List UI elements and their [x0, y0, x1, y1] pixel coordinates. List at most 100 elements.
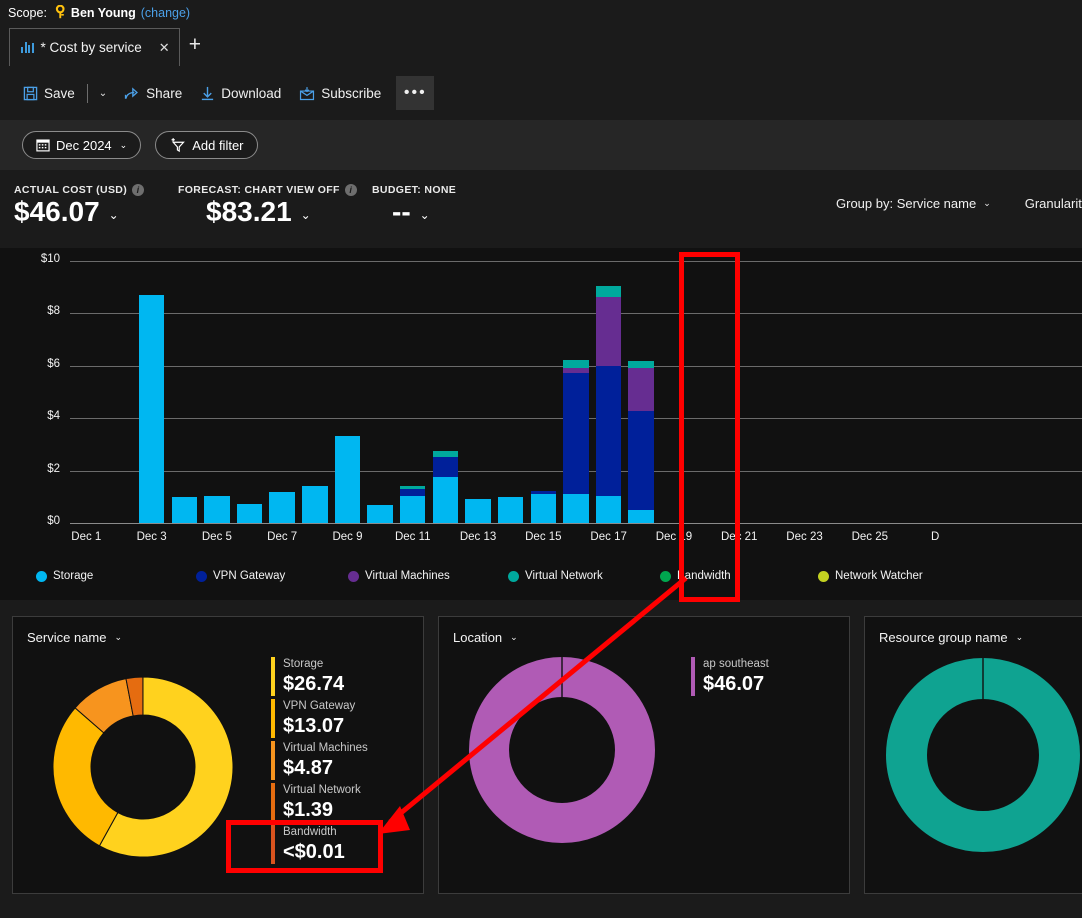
donut-legend-item[interactable]: Virtual Machines $4.87	[271, 741, 368, 780]
bar-column[interactable]	[1049, 261, 1082, 523]
add-filter-button[interactable]: Add filter	[155, 131, 258, 159]
stacked-bar[interactable]	[269, 492, 295, 523]
donut-slice[interactable]	[886, 658, 1080, 852]
bar-column[interactable]	[103, 261, 136, 523]
donut-legend-item[interactable]: Virtual Network $1.39	[271, 783, 368, 822]
donut-legend-item[interactable]: ap southeast $46.07	[691, 657, 769, 696]
bar-column[interactable]	[331, 261, 364, 523]
bar-column[interactable]	[364, 261, 397, 523]
stacked-bar[interactable]	[334, 436, 361, 523]
kpi-forecast-value-row[interactable]: $83.21 ⌄	[178, 196, 357, 228]
kpi-actual-cost-value-row[interactable]: $46.07 ⌄	[14, 196, 144, 228]
kpi-actual-cost: ACTUAL COST (USD) i $46.07 ⌄	[14, 184, 145, 228]
stacked-bar[interactable]	[530, 490, 556, 523]
x-tick-label: Dec 17	[590, 531, 627, 543]
bar-column[interactable]	[494, 261, 527, 523]
bar-column[interactable]	[625, 261, 658, 523]
card-resource-group-title[interactable]: Resource group name ⌄	[879, 630, 1023, 645]
bar-column[interactable]	[560, 261, 593, 523]
card-service-name-title[interactable]: Service name ⌄	[27, 630, 122, 645]
bar-column[interactable]	[298, 261, 331, 523]
bar-column[interactable]	[951, 261, 984, 523]
bar-column[interactable]	[462, 261, 495, 523]
card-location-title[interactable]: Location ⌄	[453, 630, 518, 645]
save-dropdown-caret-icon[interactable]: ⌄	[91, 76, 115, 110]
donut-location[interactable]	[467, 655, 657, 850]
stacked-bar[interactable]	[399, 486, 426, 523]
kpi-actual-cost-title: ACTUAL COST (USD) i	[14, 184, 145, 196]
bar-column[interactable]	[135, 261, 168, 523]
donut-legend-item[interactable]: VPN Gateway $13.07	[271, 699, 368, 738]
subscribe-label: Subscribe	[321, 85, 382, 101]
granularity-selector[interactable]: Granularity: Da	[1025, 196, 1082, 211]
bar-column[interactable]	[788, 261, 821, 523]
bar-column[interactable]	[984, 261, 1017, 523]
x-tick-label: Dec 9	[332, 531, 363, 543]
bar-column[interactable]	[755, 261, 788, 523]
bar-column[interactable]	[821, 261, 854, 523]
info-icon[interactable]: i	[344, 184, 357, 196]
chart-controls: Group by: Service name ⌄ Granularity: Da	[836, 196, 1082, 211]
date-range-picker[interactable]: Dec 2024 ⌄	[22, 131, 142, 159]
add-tab-button[interactable]: +	[189, 33, 201, 57]
stacked-bar[interactable]	[497, 497, 524, 523]
legend-item[interactable]: VPN Gateway	[196, 570, 285, 582]
donut-legend-item[interactable]: Storage $26.74	[271, 657, 368, 696]
stacked-bar[interactable]	[171, 497, 197, 523]
bar-column[interactable]	[658, 261, 691, 523]
bar-column[interactable]	[201, 261, 234, 523]
bar-column[interactable]	[70, 261, 103, 523]
download-button[interactable]: Download	[191, 76, 290, 110]
stacked-bar[interactable]	[465, 498, 491, 523]
stacked-bar[interactable]	[302, 485, 328, 523]
legend-item[interactable]: Virtual Network	[508, 570, 603, 582]
legend-item[interactable]: Virtual Machines	[348, 570, 450, 582]
bar-column[interactable]	[919, 261, 952, 523]
bar-segment	[595, 297, 622, 367]
cost-bar-chart[interactable]: $0 $2 $4 $6 $8 $10 Dec 1 Dec 3 Dec 5 Dec 7 Dec 9D…	[0, 248, 1082, 600]
stacked-bar[interactable]	[432, 450, 459, 523]
info-icon[interactable]: i	[132, 184, 145, 196]
stacked-bar[interactable]	[628, 361, 654, 523]
kpi-budget-value-row[interactable]: -- ⌄	[372, 196, 456, 228]
bar-column[interactable]	[168, 261, 201, 523]
bar-column[interactable]	[396, 261, 429, 523]
bar-column[interactable]	[1017, 261, 1050, 523]
stacked-bar[interactable]	[138, 294, 165, 523]
bar-column[interactable]	[527, 261, 560, 523]
bar-column[interactable]	[592, 261, 625, 523]
legend-label: Storage	[53, 570, 94, 582]
bar-column[interactable]	[429, 261, 462, 523]
scope-name: Ben Young	[70, 6, 136, 20]
bar-column[interactable]	[233, 261, 266, 523]
scope-change-link[interactable]: (change)	[141, 6, 190, 20]
legend-item[interactable]: Storage	[36, 570, 93, 582]
close-icon[interactable]: ✕	[159, 40, 170, 56]
bar-column[interactable]	[266, 261, 299, 523]
bar-segment	[628, 410, 654, 510]
stacked-bar[interactable]	[236, 504, 263, 523]
stacked-bar[interactable]	[367, 505, 393, 523]
x-tick-label: Dec 11	[394, 531, 431, 543]
tab-cost-by-service[interactable]: * Cost by service ✕	[9, 28, 180, 66]
bar-column[interactable]	[886, 261, 919, 523]
more-options-button[interactable]: •••	[396, 76, 435, 110]
x-tick-label: D	[930, 531, 940, 543]
legend-item[interactable]: Bandwidth	[660, 570, 731, 582]
donut-slice[interactable]	[469, 657, 655, 843]
stacked-bar[interactable]	[204, 496, 230, 523]
bar-column[interactable]	[690, 261, 723, 523]
bar-column[interactable]	[853, 261, 886, 523]
legend-item[interactable]: Network Watcher	[818, 570, 923, 582]
stacked-bar[interactable]	[563, 360, 589, 523]
share-button[interactable]: Share	[115, 76, 191, 110]
donut-resource-group[interactable]	[883, 655, 1082, 860]
save-button[interactable]: Save	[14, 76, 84, 110]
subscribe-button[interactable]: Subscribe	[290, 76, 390, 110]
stacked-bar[interactable]	[595, 286, 622, 523]
group-by-selector[interactable]: Group by: Service name ⌄	[836, 196, 991, 211]
x-axis-labels: Dec 1 Dec 3 Dec 5 Dec 7 Dec 9 Dec 11 Dec 13 Dec…	[70, 531, 1082, 551]
bar-column[interactable]	[723, 261, 756, 523]
donut-legend-item[interactable]: Bandwidth <$0.01	[271, 825, 368, 864]
donut-service-name[interactable]	[31, 655, 255, 884]
